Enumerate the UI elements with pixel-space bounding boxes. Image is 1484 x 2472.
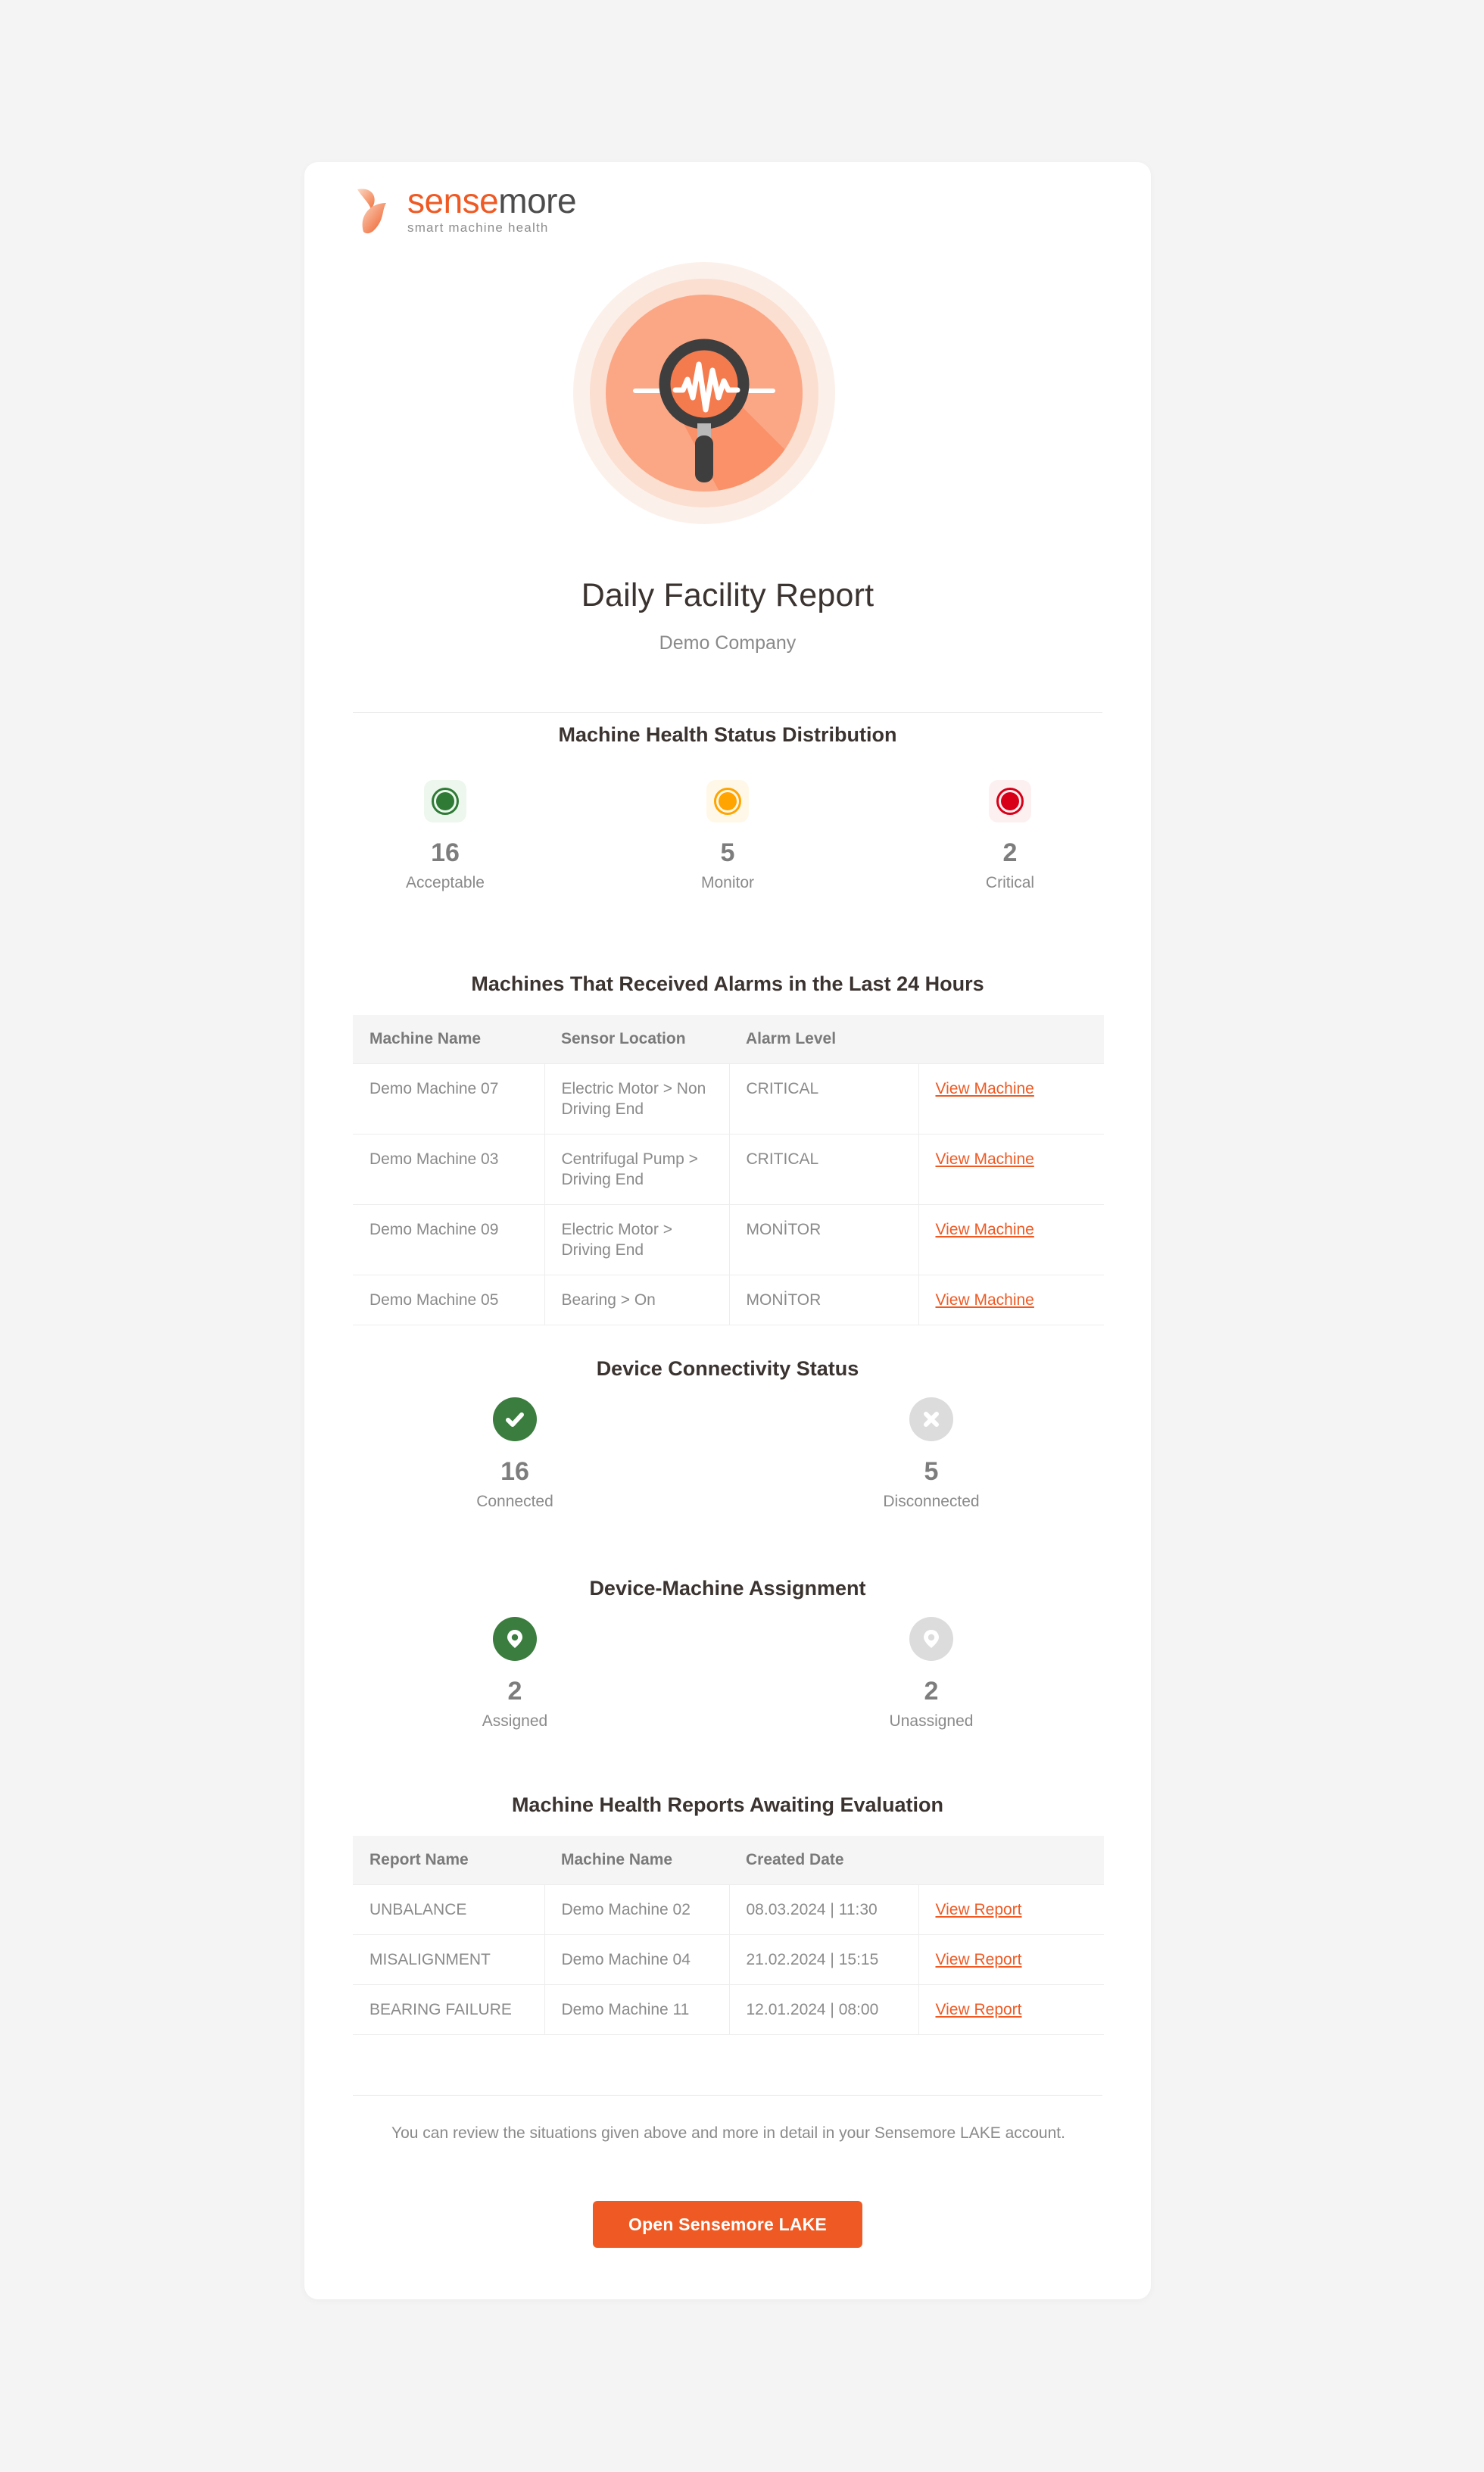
logo-word-sense: sense xyxy=(407,181,499,220)
health-stat-label: Critical xyxy=(985,874,1035,891)
assignment-stat-label: Assigned xyxy=(482,1712,548,1730)
health-stat-value: 2 xyxy=(1002,838,1018,867)
logo-wordmark: sensemore smart machine health xyxy=(407,182,612,236)
view-report-link[interactable]: View Report xyxy=(936,2001,1022,2018)
assignment-stat-label: Unassigned xyxy=(889,1712,974,1730)
sensemore-logo: sensemore smart machine health xyxy=(351,182,609,241)
x-circle-icon xyxy=(909,1397,953,1441)
report-created-date: 08.03.2024 | 11:30 xyxy=(729,1884,919,1935)
check-circle-icon xyxy=(493,1397,537,1441)
health-stat-acceptable: 16 Acceptable xyxy=(362,780,528,892)
footer-divider xyxy=(353,2095,1102,2096)
alarm-level-badge: CRITICAL xyxy=(729,1134,919,1205)
alarms-col-machine-name: Machine Name xyxy=(353,1015,544,1064)
logo-tagline: smart machine health xyxy=(407,220,549,235)
reports-table-header-row: Report Name Machine Name Created Date xyxy=(353,1836,1104,1885)
section-title-assignment: Device-Machine Assignment xyxy=(589,1577,866,1600)
assignment-stat-value: 2 xyxy=(924,1677,939,1706)
table-row: Demo Machine 07 Electric Motor > Non Dri… xyxy=(353,1063,1104,1135)
health-stat-critical: 2 Critical xyxy=(927,780,1093,892)
table-row: Demo Machine 05 Bearing > On MONİTOR Vie… xyxy=(353,1275,1104,1325)
alarm-level-badge: CRITICAL xyxy=(729,1063,919,1135)
table-row: UNBALANCE Demo Machine 02 08.03.2024 | 1… xyxy=(353,1884,1104,1935)
alarm-level-badge: MONİTOR xyxy=(729,1275,919,1325)
section-title-alarms: Machines That Received Alarms in the Las… xyxy=(471,972,984,995)
report-machine-name: Demo Machine 11 xyxy=(544,1984,730,2035)
header-divider xyxy=(353,712,1102,713)
open-sensemore-lake-button[interactable]: Open Sensemore LAKE xyxy=(593,2201,862,2248)
map-pin-icon xyxy=(909,1617,953,1661)
hero-ring-inner xyxy=(606,295,803,492)
reports-col-machine-name: Machine Name xyxy=(544,1836,729,1885)
page-background: sensemore smart machine health Daily Fac… xyxy=(0,0,1484,2472)
alarms-col-action xyxy=(918,1015,1104,1064)
alarm-machine-name: Demo Machine 07 xyxy=(353,1063,545,1135)
alarm-machine-name: Demo Machine 09 xyxy=(353,1204,545,1275)
sensemore-swoosh-mark-icon xyxy=(351,185,406,236)
alarms-table: Machine Name Sensor Location Alarm Level… xyxy=(353,1015,1104,1325)
table-row: Demo Machine 09 Electric Motor > Driving… xyxy=(353,1204,1104,1275)
alarm-level-badge: MONİTOR xyxy=(729,1204,919,1275)
assignment-stat-value: 2 xyxy=(507,1677,522,1706)
alarms-table-header-row: Machine Name Sensor Location Alarm Level xyxy=(353,1015,1104,1064)
section-title-health-status: Machine Health Status Distribution xyxy=(558,723,897,746)
company-name: Demo Company xyxy=(659,632,797,654)
section-title-connectivity: Device Connectivity Status xyxy=(596,1357,859,1380)
reports-col-action xyxy=(918,1836,1104,1885)
table-row: BEARING FAILURE Demo Machine 11 12.01.20… xyxy=(353,1984,1104,2035)
view-machine-link[interactable]: View Machine xyxy=(936,1291,1034,1309)
health-stat-label: Acceptable xyxy=(406,874,485,891)
alarms-col-alarm-level: Alarm Level xyxy=(729,1015,918,1064)
connectivity-stat-disconnected: 5 Disconnected xyxy=(833,1397,1030,1511)
report-machine-name: Demo Machine 04 xyxy=(544,1934,730,1985)
connectivity-stat-value: 16 xyxy=(500,1457,529,1486)
connectivity-stat-value: 5 xyxy=(924,1457,939,1486)
view-machine-link[interactable]: View Machine xyxy=(936,1221,1034,1238)
connectivity-stat-connected: 16 Connected xyxy=(416,1397,613,1511)
connectivity-stat-label: Disconnected xyxy=(883,1493,980,1510)
alarms-col-sensor-location: Sensor Location xyxy=(544,1015,729,1064)
reports-col-report-name: Report Name xyxy=(353,1836,544,1885)
magnifier-waveform-icon xyxy=(573,262,835,524)
map-pin-icon xyxy=(493,1617,537,1661)
table-row: MISALIGNMENT Demo Machine 04 21.02.2024 … xyxy=(353,1934,1104,1985)
alarm-sensor-location: Centrifugal Pump > Driving End xyxy=(544,1134,730,1205)
assignment-stat-assigned: 2 Assigned xyxy=(416,1617,613,1731)
reports-table: Report Name Machine Name Created Date UN… xyxy=(353,1836,1104,2035)
table-row: Demo Machine 03 Centrifugal Pump > Drivi… xyxy=(353,1134,1104,1205)
health-stat-value: 5 xyxy=(720,838,735,867)
assignment-stat-unassigned: 2 Unassigned xyxy=(833,1617,1030,1731)
footer-note: You can review the situations given abov… xyxy=(391,2124,1065,2142)
view-report-link[interactable]: View Report xyxy=(936,1951,1022,1968)
health-stat-label: Monitor xyxy=(700,874,755,891)
alarm-machine-name: Demo Machine 05 xyxy=(353,1275,545,1325)
health-stat-value: 16 xyxy=(431,838,460,867)
alarm-sensor-location: Bearing > On xyxy=(544,1275,730,1325)
report-created-date: 21.02.2024 | 15:15 xyxy=(729,1934,919,1985)
section-title-reports: Machine Health Reports Awaiting Evaluati… xyxy=(511,1793,944,1816)
logo-word-more: more xyxy=(498,181,577,220)
alarm-machine-name: Demo Machine 03 xyxy=(353,1134,545,1205)
alarm-sensor-location: Electric Motor > Driving End xyxy=(544,1204,730,1275)
report-created-date: 12.01.2024 | 08:00 xyxy=(729,1984,919,2035)
report-name: UNBALANCE xyxy=(353,1884,545,1935)
connectivity-stat-label: Connected xyxy=(476,1493,553,1510)
view-report-link[interactable]: View Report xyxy=(936,1901,1022,1918)
alarm-sensor-location: Electric Motor > Non Driving End xyxy=(544,1063,730,1135)
status-dot-critical-icon xyxy=(989,780,1031,822)
view-machine-link[interactable]: View Machine xyxy=(936,1080,1034,1097)
report-name: MISALIGNMENT xyxy=(353,1934,545,1985)
health-stat-monitor: 5 Monitor xyxy=(644,780,811,892)
status-dot-acceptable-icon xyxy=(424,780,466,822)
view-machine-link[interactable]: View Machine xyxy=(936,1150,1034,1168)
report-machine-name: Demo Machine 02 xyxy=(544,1884,730,1935)
page-title: Daily Facility Report xyxy=(581,577,874,613)
report-name: BEARING FAILURE xyxy=(353,1984,545,2035)
reports-col-created-date: Created Date xyxy=(729,1836,918,1885)
status-dot-monitor-icon xyxy=(706,780,749,822)
